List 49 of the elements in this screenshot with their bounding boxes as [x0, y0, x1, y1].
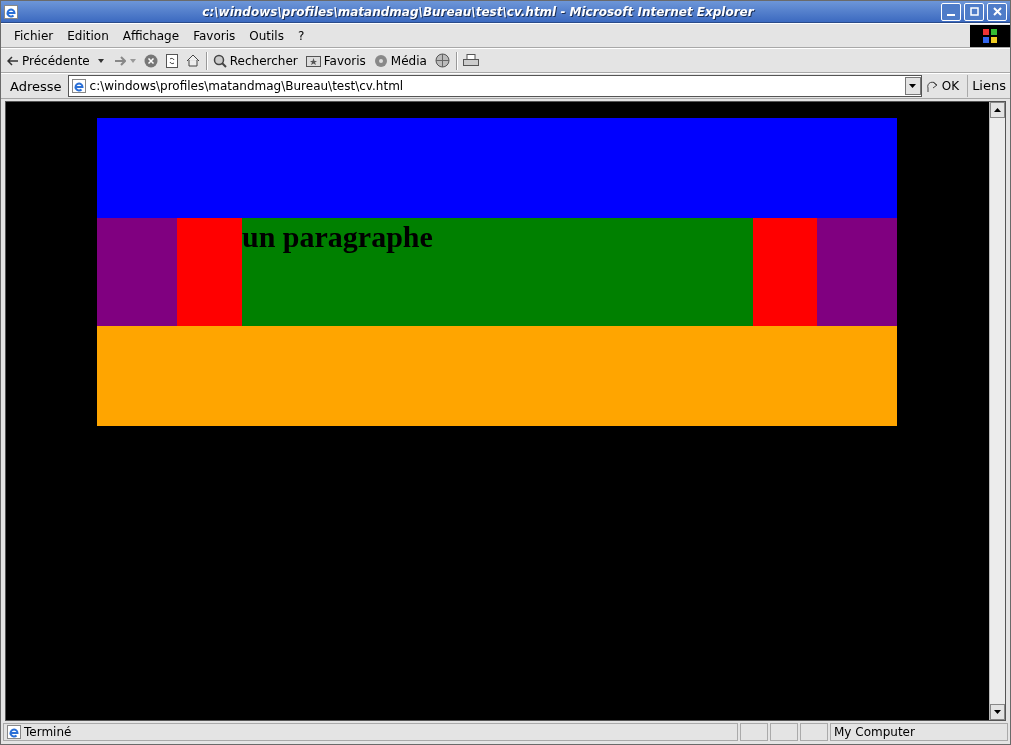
close-button[interactable]: [987, 2, 1007, 21]
menu-item[interactable]: Edition: [67, 28, 109, 43]
up-caret-icon: [994, 108, 1001, 112]
links-button[interactable]: Liens: [967, 75, 1010, 97]
curved-arrow-icon: [925, 79, 939, 93]
windows-logo: [970, 24, 1010, 47]
minimize-button[interactable]: [941, 2, 961, 21]
maximize-button[interactable]: [964, 2, 984, 21]
disc-icon: [373, 53, 388, 68]
address-field[interactable]: c:\windows\profiles\matandmag\Bureau\test\cv.html: [67, 75, 922, 97]
status-pane: [770, 723, 798, 741]
dropdown-button[interactable]: [904, 77, 921, 95]
status-pane: [740, 723, 768, 741]
menu-item[interactable]: Affichage: [122, 28, 180, 43]
status-text: Terminé: [24, 725, 72, 739]
caret-icon[interactable]: [97, 58, 104, 63]
zone-text: My Computer: [834, 725, 915, 739]
status-pane: [800, 723, 828, 741]
caret-icon: [994, 710, 1001, 714]
ie-icon: [4, 4, 18, 19]
printer-icon[interactable]: [462, 53, 479, 68]
scroll-down-button[interactable]: [990, 704, 1005, 720]
back-button[interactable]: Précédente: [7, 53, 90, 68]
back-arrow-icon: [7, 55, 19, 66]
globe-icon[interactable]: [434, 53, 450, 68]
window-title: c:\windows\profiles\matandmag\Bureau\test\cv.html - Microsoft Internet Explorer: [201, 4, 756, 19]
menu-item[interactable]: Fichier: [14, 28, 54, 43]
scroll-up-button[interactable]: [990, 102, 1005, 118]
maximize-icon: [969, 7, 979, 16]
menu-item[interactable]: Outils: [249, 28, 284, 43]
paragraph: un paragraphe: [242, 219, 434, 255]
address-label: Adresse: [10, 78, 62, 94]
stop-icon[interactable]: [143, 53, 158, 68]
star-folder-icon: [305, 54, 321, 67]
page-icon: [7, 725, 21, 739]
page-icon: [71, 79, 86, 93]
menu-item[interactable]: ?: [297, 28, 305, 43]
favorites-button[interactable]: Favoris: [305, 53, 366, 68]
media-button[interactable]: Média: [373, 53, 427, 68]
close-icon: [992, 7, 1002, 16]
caret-icon: [909, 84, 917, 88]
search-icon: [212, 53, 227, 68]
forward-arrow-icon[interactable]: [113, 55, 126, 66]
go-button[interactable]: OK: [925, 79, 960, 93]
home-icon[interactable]: [185, 54, 200, 67]
minimize-icon: [947, 13, 955, 16]
refresh-icon[interactable]: [165, 53, 178, 68]
menu-item[interactable]: Favoris: [193, 28, 236, 43]
search-button[interactable]: Rechercher: [212, 53, 298, 68]
